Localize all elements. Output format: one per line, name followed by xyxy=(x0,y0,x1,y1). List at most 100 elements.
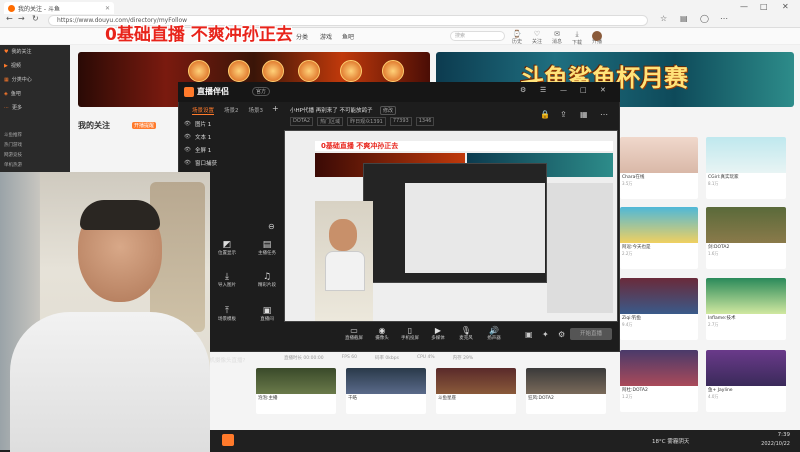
import-image-button[interactable]: ⤓ 导入图片 xyxy=(214,272,240,288)
stream-card[interactable]: 泡泡:主播 xyxy=(256,368,336,414)
stream-card[interactable]: Ziqi:钓鱼 9.4万 xyxy=(620,278,698,340)
card-title: Inflame:技术 xyxy=(708,316,736,321)
effects-icon[interactable]: ✦ xyxy=(542,330,549,339)
eye-icon[interactable]: 👁 xyxy=(184,134,191,140)
stream-card[interactable]: 阿逗:今天也是 2.2万 xyxy=(620,207,698,269)
app-minimize-button[interactable]: — xyxy=(560,86,567,94)
mic-button[interactable]: 🎙 麦克风 xyxy=(452,326,480,341)
nav-category[interactable]: 分类 xyxy=(296,32,308,41)
tab-scene-2[interactable]: 场景2 xyxy=(224,106,239,115)
follow-icon[interactable]: ♡ 关注 xyxy=(530,30,544,46)
card-views: 1.6万 xyxy=(708,251,719,256)
stream-preview[interactable]: 0基础直播 不爽冲孙正去 xyxy=(284,130,618,322)
stream-thumbnail xyxy=(620,207,698,243)
profile-icon[interactable]: ◯ xyxy=(700,14,709,23)
go-live-button[interactable]: 开始直播 xyxy=(570,328,612,340)
stream-card[interactable]: Chara在线 3.5万 xyxy=(620,137,698,199)
live-room-button[interactable]: ▣ 直播间 xyxy=(254,306,280,322)
more-icon[interactable]: ⋯ xyxy=(600,110,608,119)
stream-card[interactable]: 剑:DOTA2 1.6万 xyxy=(706,207,786,269)
nav-fishbar[interactable]: 鱼吧 xyxy=(342,32,354,41)
clock-date[interactable]: 2022/10/22 xyxy=(740,441,790,447)
message-icon[interactable]: ✉ 消息 xyxy=(550,30,564,46)
stream-card[interactable]: CGirl:真实玩家 8.1万 xyxy=(706,137,786,199)
sidebar-item-more[interactable]: ⋯ 更多 xyxy=(4,104,22,112)
sidebar-small-item[interactable]: 热门游戏 xyxy=(4,142,22,148)
layer-item[interactable]: 👁 文本 1 xyxy=(184,133,211,141)
share-icon[interactable]: ⇪ xyxy=(560,110,567,119)
user-avatar[interactable] xyxy=(592,31,602,41)
follow-badge[interactable]: 开播提醒 xyxy=(132,122,157,129)
sidebar-small-item[interactable]: 网游竞技 xyxy=(4,152,22,158)
more-tools-icon[interactable]: ⊖ xyxy=(268,222,275,231)
reward-icon xyxy=(298,60,320,82)
add-scene-button[interactable]: + xyxy=(272,104,279,113)
layer-item[interactable]: 👁 全屏 1 xyxy=(184,146,211,154)
layer-item[interactable]: 👁 窗口捕获 xyxy=(184,159,217,167)
sidebar-item-video[interactable]: ▶ 视频 xyxy=(4,62,21,70)
stream-card[interactable]: 狂风:DOTA2 xyxy=(526,368,606,414)
card-title: 剑:DOTA2 xyxy=(708,245,730,250)
tab-scene-3[interactable]: 场景3 xyxy=(249,106,264,115)
eye-icon[interactable]: 👁 xyxy=(184,160,191,166)
eye-icon[interactable]: 👁 xyxy=(184,121,191,127)
douyu-app-icon[interactable] xyxy=(222,434,234,446)
browser-tab[interactable]: 我的关注 - 斗鱼 ✕ xyxy=(4,2,114,14)
settings-icon[interactable]: ⚙ xyxy=(558,330,565,339)
forward-icon[interactable]: → xyxy=(18,14,25,23)
app-settings-icon[interactable]: ⚙ xyxy=(520,86,526,94)
stream-card[interactable]: 斗鱼星座 xyxy=(436,368,516,414)
stream-card[interactable]: 鱼+ Jayline 4.0万 xyxy=(706,350,786,412)
speaker-button[interactable]: 🔊 扬声器 xyxy=(480,326,508,341)
task-button[interactable]: ▤ 主播任务 xyxy=(254,240,280,256)
clock-time[interactable]: 7:39 xyxy=(750,432,790,438)
sidebar-small-item[interactable]: 斗鱼推荐 xyxy=(4,132,22,138)
stream-card[interactable]: Inflame:技术 2.7万 xyxy=(706,278,786,340)
follow-icon: ♥ xyxy=(4,48,9,55)
tab-scene-1[interactable]: 场景设置 xyxy=(192,106,215,115)
refresh-icon[interactable]: ↻ xyxy=(32,14,39,23)
lock-icon[interactable]: 🔒 xyxy=(540,110,550,119)
sidebar-item-fishbar[interactable]: ◈ 鱼吧 xyxy=(4,90,21,98)
edit-room-button[interactable]: 修改 xyxy=(380,106,397,115)
layer-item[interactable]: 👁 图片 1 xyxy=(184,120,211,128)
sidebar-small-item[interactable]: 单机热游 xyxy=(4,162,22,168)
close-button[interactable]: ✕ xyxy=(782,2,789,11)
stream-card[interactable]: 阿杜:DOTA2 1.2万 xyxy=(620,350,698,412)
site-search-input[interactable]: 搜索 xyxy=(450,31,505,41)
back-icon[interactable]: ← xyxy=(6,14,13,23)
collections-icon[interactable]: ▤ xyxy=(680,14,688,23)
media-button[interactable]: ▶ 多媒体 xyxy=(424,326,452,341)
close-tab-icon[interactable]: ✕ xyxy=(105,5,110,12)
history-icon[interactable]: ⌚ 历史 xyxy=(510,30,524,46)
position-display-button[interactable]: ◩ 位置显示 xyxy=(214,240,240,256)
app-maximize-button[interactable]: □ xyxy=(580,86,587,94)
stream-thumbnail xyxy=(706,207,786,243)
calendar-icon: ▣ xyxy=(262,306,272,316)
room-tag: 1346 xyxy=(415,117,435,126)
eye-icon[interactable]: 👁 xyxy=(184,147,191,153)
camera-icon: ◉ xyxy=(378,326,386,335)
minimize-button[interactable]: — xyxy=(740,2,748,11)
settings-more-icon[interactable]: ⋯ xyxy=(720,14,728,23)
maximize-button[interactable]: □ xyxy=(760,2,768,11)
phone-cast-button[interactable]: ▯ 手机投屏 xyxy=(396,326,424,341)
scene-template-button[interactable]: ⤒ 场景模板 xyxy=(214,306,240,322)
nav-games[interactable]: 游戏 xyxy=(320,32,332,41)
highlights-button[interactable]: ♫ 精彩片段 xyxy=(254,272,280,288)
favorites-icon[interactable]: ☆ xyxy=(660,14,667,23)
tab-title: 我的关注 - 斗鱼 xyxy=(18,5,60,13)
phone-stream-hint[interactable]: 手机摄像头直播? xyxy=(204,356,245,364)
stream-card[interactable]: 千皓 xyxy=(346,368,426,414)
weather-widget[interactable]: 18°C 雾霾阴天 xyxy=(652,437,689,445)
app-close-button[interactable]: ✕ xyxy=(600,86,606,94)
app-menu-icon[interactable]: ☰ xyxy=(540,86,546,94)
record-icon[interactable]: ▣ xyxy=(525,330,533,339)
camera-button[interactable]: ◉ 摄像头 xyxy=(368,326,396,341)
sidebar-item-category[interactable]: ▦ 分类中心 xyxy=(4,76,32,84)
sidebar-item-follow[interactable]: ♥ 我的关注 xyxy=(4,48,32,56)
screenshot-button[interactable]: ▭ 直播截屏 xyxy=(340,326,368,341)
download-icon[interactable]: ⤓ 下载 xyxy=(570,30,584,46)
grid-icon[interactable]: ▦ xyxy=(580,110,588,119)
card-title: 阿逗:今天也是 xyxy=(622,245,651,250)
